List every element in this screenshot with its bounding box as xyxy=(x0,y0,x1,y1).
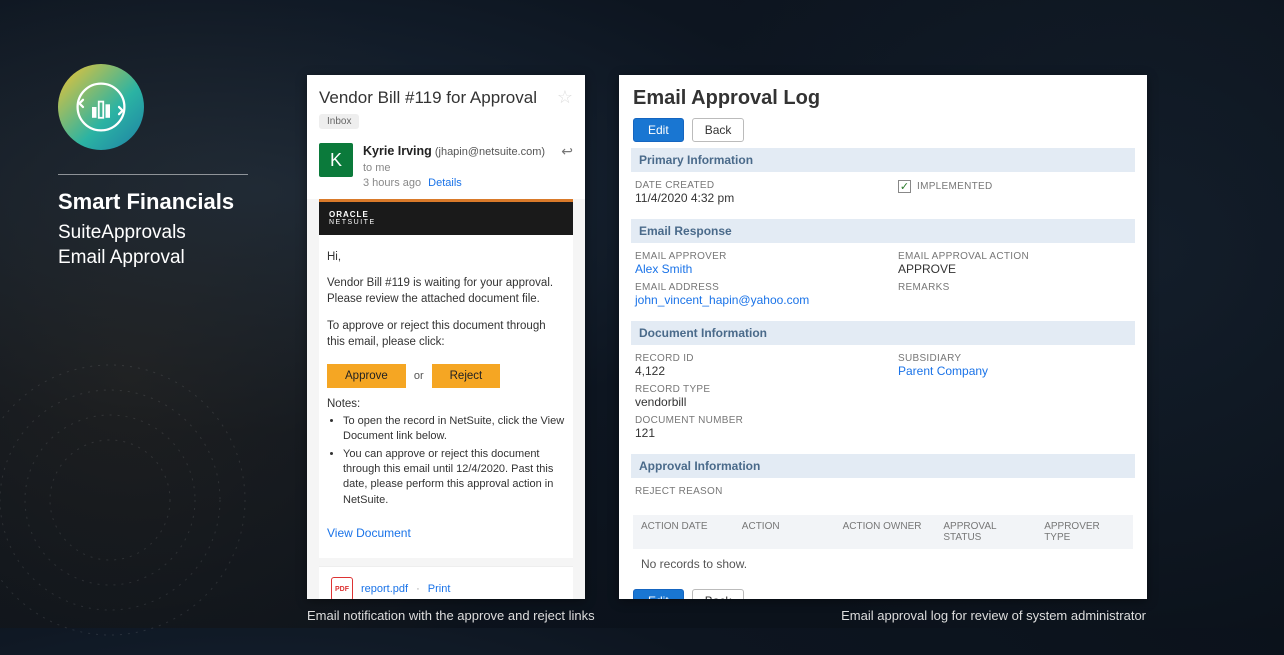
reply-icon[interactable]: ↩ xyxy=(561,143,573,191)
bottom-button-bar: Edit Back xyxy=(633,589,1133,599)
section-response: Email Response xyxy=(631,219,1135,243)
reject-reason-label: REJECT REASON xyxy=(635,486,1131,497)
edit-button-bottom[interactable]: Edit xyxy=(633,589,684,599)
caption-left: Email notification with the approve and … xyxy=(307,608,595,623)
email-subject: Vendor Bill #119 for Approval xyxy=(319,88,537,108)
section-primary: Primary Information xyxy=(631,148,1135,172)
smart-financials-logo xyxy=(58,64,144,150)
or-text: or xyxy=(414,370,424,382)
implemented-checkbox[interactable]: ✓ xyxy=(898,180,911,193)
star-icon[interactable]: ☆ xyxy=(557,87,573,108)
email-body: ORACLE NETSUITE Hi, Vendor Bill #119 is … xyxy=(319,199,573,558)
section-approval: Approval Information xyxy=(631,454,1135,478)
brand-netsuite: NETSUITE xyxy=(329,219,376,227)
email-para-1: Vendor Bill #119 is waiting for your app… xyxy=(327,275,565,307)
approver-label: EMAIL APPROVER xyxy=(635,251,868,262)
attach-sep: · xyxy=(416,583,420,595)
sender-email: (jhapin@netsuite.com) xyxy=(435,146,545,158)
log-title: Email Approval Log xyxy=(633,87,1133,110)
date-created-label: DATE CREATED xyxy=(635,180,868,191)
address-value[interactable]: john_vincent_hapin@yahoo.com xyxy=(635,293,868,307)
notes-list: To open the record in NetSuite, click th… xyxy=(319,414,573,520)
email-header: Vendor Bill #119 for Approval ☆ Inbox xyxy=(307,75,585,135)
record-id-label: RECORD ID xyxy=(635,353,868,364)
print-link[interactable]: Print xyxy=(428,583,451,595)
inbox-badge[interactable]: Inbox xyxy=(319,114,359,129)
col-action: ACTION xyxy=(742,521,823,543)
oracle-netsuite-bar: ORACLE NETSUITE xyxy=(319,199,573,235)
edit-button-top[interactable]: Edit xyxy=(633,118,684,142)
col-approver-type: APPROVER TYPE xyxy=(1044,521,1125,543)
caption-right: Email approval log for review of system … xyxy=(841,608,1146,623)
col-action-owner: ACTION OWNER xyxy=(843,521,924,543)
notes-heading: Notes: xyxy=(319,398,573,414)
to-line: to me xyxy=(363,161,557,176)
subsidiary-value[interactable]: Parent Company xyxy=(898,364,1131,378)
col-approval-status: APPROVAL STATUS xyxy=(943,521,1024,543)
view-document-link[interactable]: View Document xyxy=(319,520,419,546)
email-greeting: Hi, xyxy=(327,249,565,265)
email-approval-log-panel: Email Approval Log Edit Back Primary Inf… xyxy=(619,75,1147,599)
approval-table-empty: No records to show. xyxy=(633,549,1133,579)
chart-refresh-icon xyxy=(74,80,128,134)
record-id-value: 4,122 xyxy=(635,364,868,378)
back-button-bottom[interactable]: Back xyxy=(692,589,745,599)
reject-button[interactable]: Reject xyxy=(432,364,501,388)
action-label: EMAIL APPROVAL ACTION xyxy=(898,251,1131,262)
record-type-value: vendorbill xyxy=(635,395,868,409)
address-label: EMAIL ADDRESS xyxy=(635,282,868,293)
slide-title: Smart Financials xyxy=(58,189,258,215)
back-button-top[interactable]: Back xyxy=(692,118,745,142)
action-value: APPROVE xyxy=(898,262,1131,276)
doc-num-value: 121 xyxy=(635,426,868,440)
decorative-rings xyxy=(0,350,260,650)
section-document: Document Information xyxy=(631,321,1135,345)
slide-title-column: Smart Financials SuiteApprovals Email Ap… xyxy=(58,64,258,270)
top-button-bar: Edit Back xyxy=(633,118,1133,142)
implemented-label: IMPLEMENTED xyxy=(917,181,993,192)
slide-subtitle-2: Email Approval xyxy=(58,246,258,271)
attachment-name[interactable]: report.pdf xyxy=(361,583,408,595)
brand-oracle: ORACLE xyxy=(329,211,376,219)
email-para-2: To approve or reject this document throu… xyxy=(327,318,565,350)
subsidiary-label: SUBSIDIARY xyxy=(898,353,1131,364)
approver-value[interactable]: Alex Smith xyxy=(635,262,868,276)
date-created-value: 11/4/2020 4:32 pm xyxy=(635,191,868,205)
sender-name: Kyrie Irving xyxy=(363,144,432,158)
doc-num-label: DOCUMENT NUMBER xyxy=(635,415,868,426)
details-link[interactable]: Details xyxy=(428,177,462,189)
record-type-label: RECORD TYPE xyxy=(635,384,868,395)
divider-line xyxy=(58,174,248,175)
col-action-date: ACTION DATE xyxy=(641,521,722,543)
attachment-row: PDF report.pdf · Print xyxy=(319,566,573,599)
note-1: To open the record in NetSuite, click th… xyxy=(343,414,565,445)
sender-row: K Kyrie Irving (jhapin@netsuite.com) to … xyxy=(307,135,585,199)
slide-subtitle-1: SuiteApprovals xyxy=(58,221,258,246)
sender-avatar: K xyxy=(319,143,353,177)
remarks-label: REMARKS xyxy=(898,282,1131,293)
approval-table-header: ACTION DATE ACTION ACTION OWNER APPROVAL… xyxy=(633,515,1133,549)
email-notification-panel: Vendor Bill #119 for Approval ☆ Inbox K … xyxy=(307,75,585,599)
approve-button[interactable]: Approve xyxy=(327,364,406,388)
pdf-icon: PDF xyxy=(331,577,353,599)
email-time: 3 hours ago xyxy=(363,177,421,189)
note-2: You can approve or reject this document … xyxy=(343,447,565,509)
